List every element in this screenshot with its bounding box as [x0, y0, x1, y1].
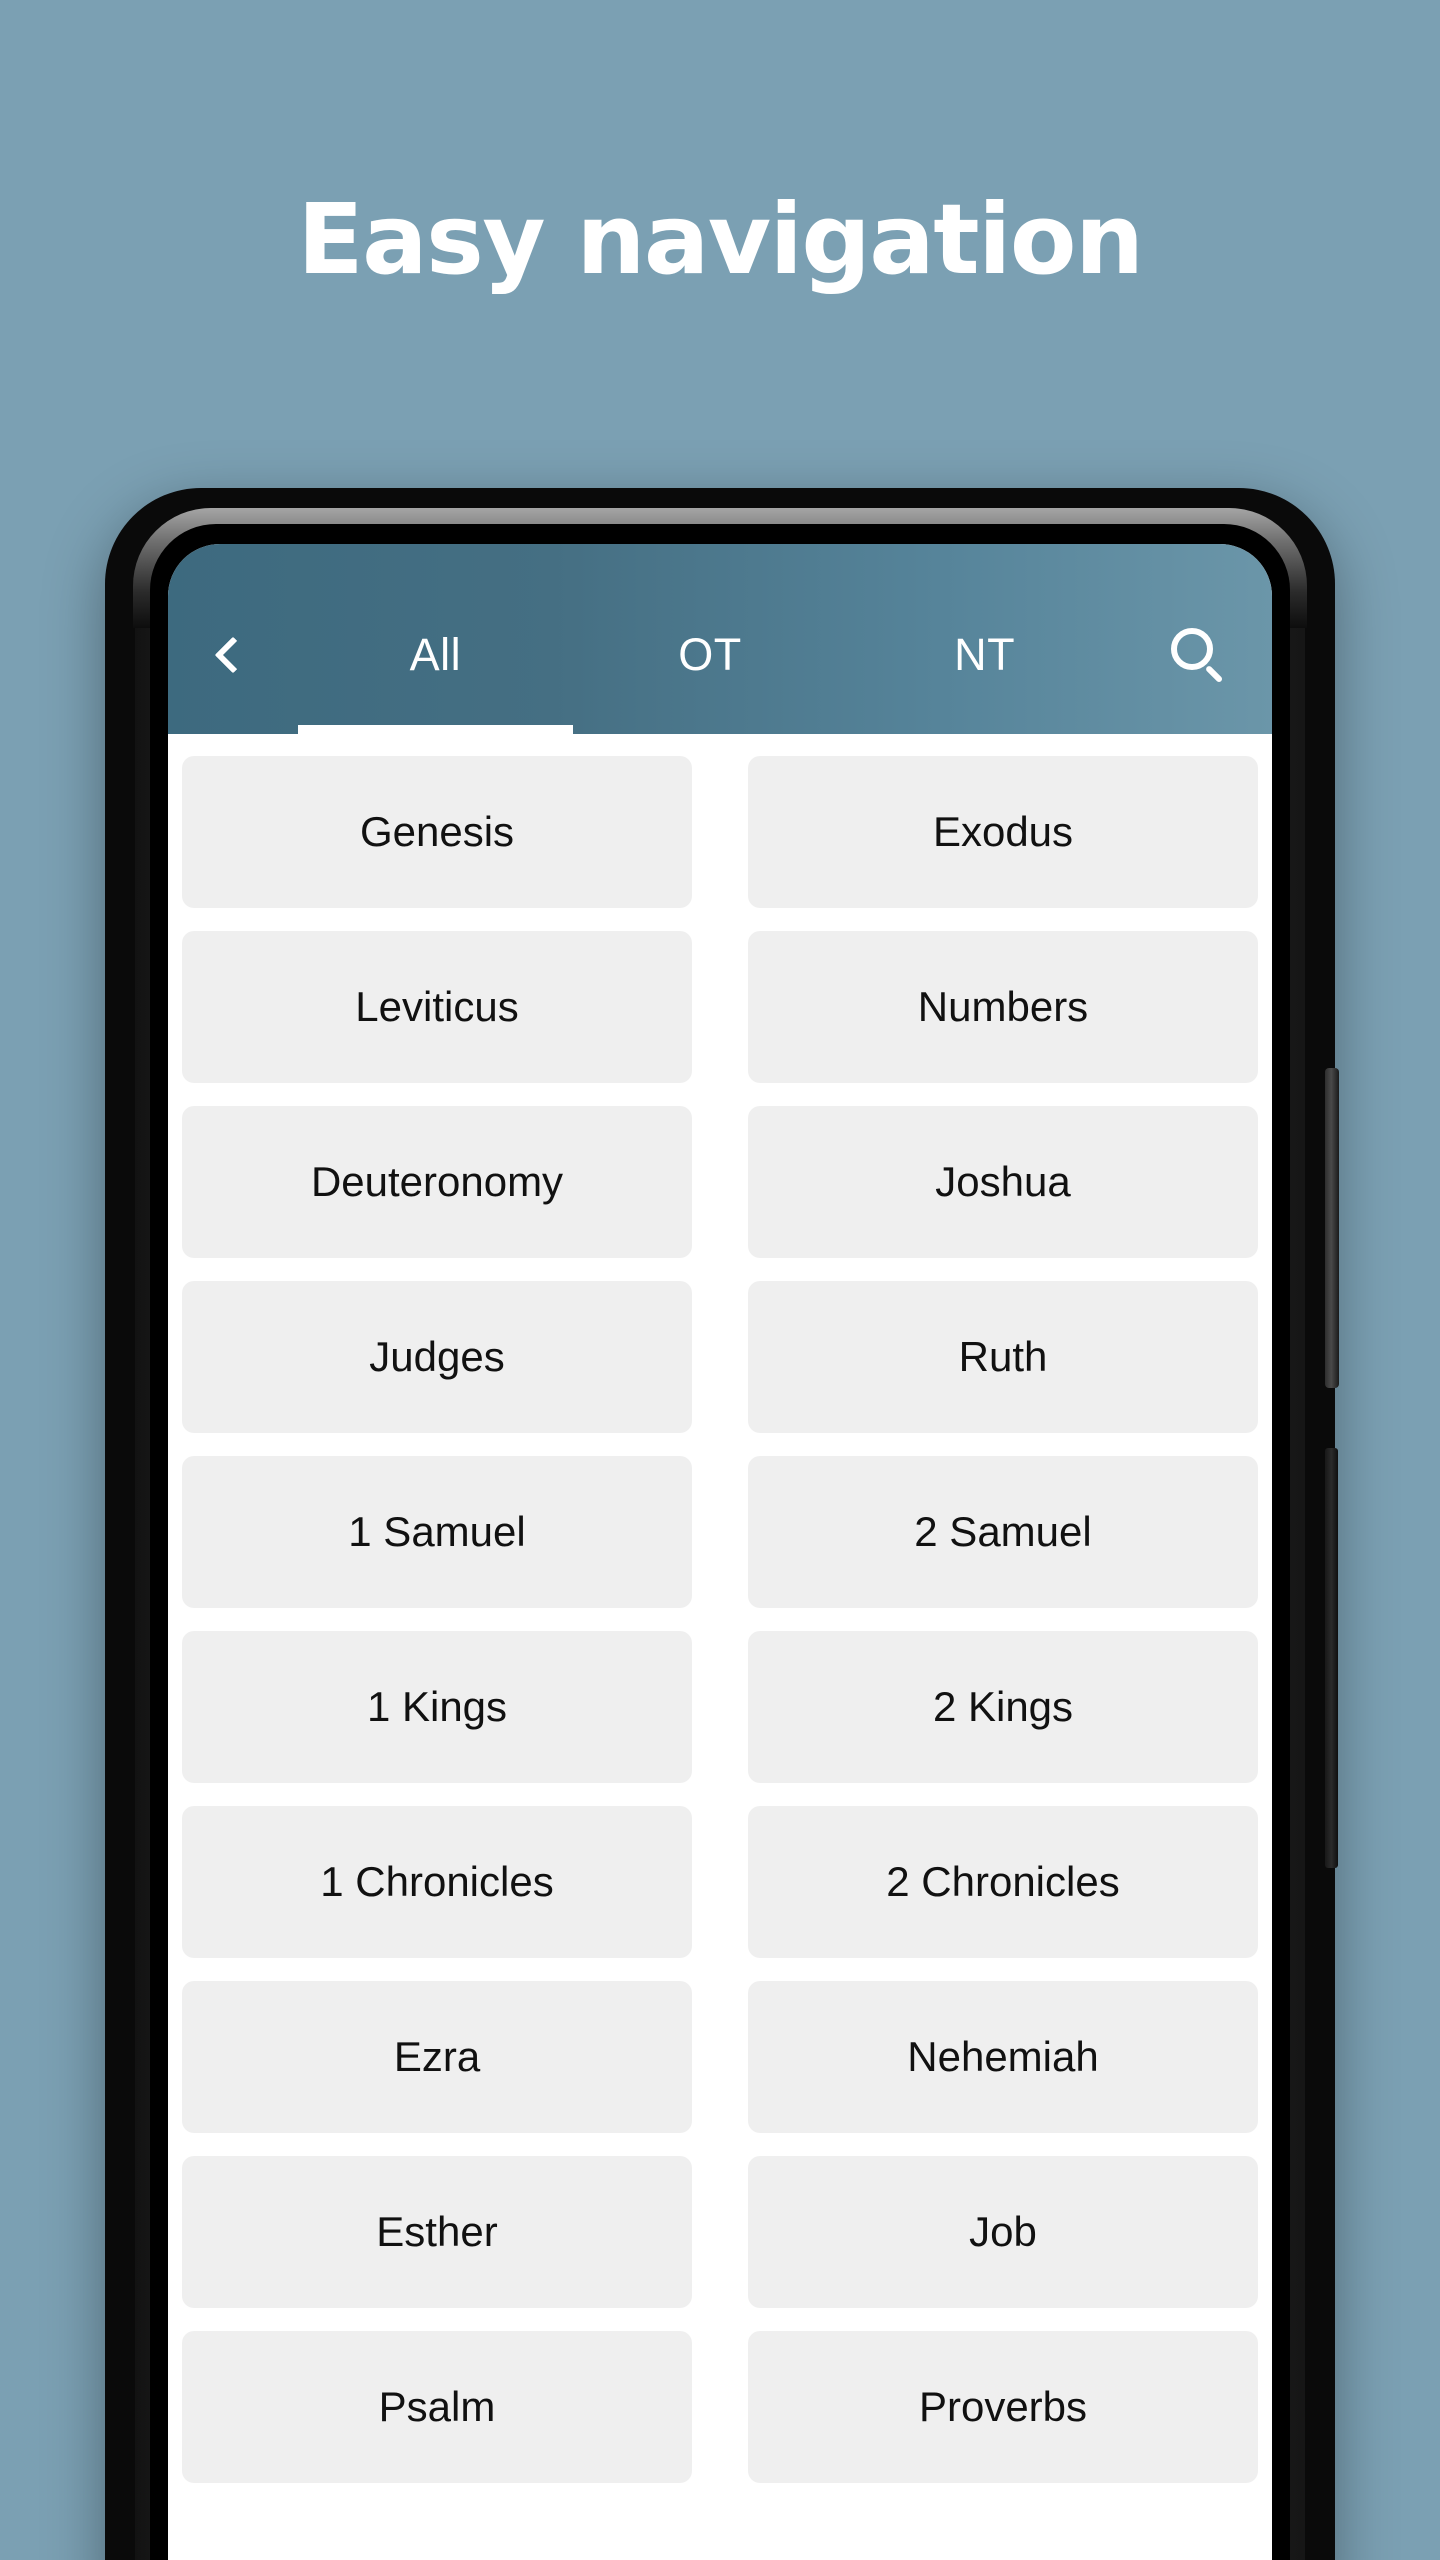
phone-device-frame: All OT NT Genesis Exodus Leviticus Numbers D… [105, 488, 1339, 2560]
book-button[interactable]: Leviticus [182, 931, 692, 1083]
book-button[interactable]: Deuteronomy [182, 1106, 692, 1258]
book-button[interactable]: Numbers [748, 931, 1258, 1083]
search-button[interactable] [1122, 544, 1272, 734]
book-button[interactable]: 1 Chronicles [182, 1806, 692, 1958]
tab-bar: All OT NT [298, 544, 1122, 734]
book-button[interactable]: Job [748, 2156, 1258, 2308]
phone-screen: All OT NT Genesis Exodus Leviticus Numbers D… [168, 544, 1272, 2560]
tab-all-label: All [409, 629, 462, 680]
tab-all[interactable]: All [298, 544, 573, 734]
tab-nt[interactable]: NT [847, 544, 1122, 734]
book-list-grid: Genesis Exodus Leviticus Numbers Deuteronomy… [168, 734, 1272, 2483]
book-button[interactable]: 1 Samuel [182, 1456, 692, 1608]
book-button[interactable]: Exodus [748, 756, 1258, 908]
tab-ot-label: OT [678, 629, 742, 680]
page-title: Easy navigation [297, 183, 1144, 297]
search-icon [1171, 628, 1224, 684]
hero-banner: Easy navigation [0, 0, 1440, 480]
book-button[interactable]: Esther [182, 2156, 692, 2308]
book-button[interactable]: Joshua [748, 1106, 1258, 1258]
book-button[interactable]: Psalm [182, 2331, 692, 2483]
book-button[interactable]: Ezra [182, 1981, 692, 2133]
book-button[interactable]: Judges [182, 1281, 692, 1433]
book-button[interactable]: 2 Kings [748, 1631, 1258, 1783]
tab-nt-label: NT [954, 629, 1016, 680]
book-button[interactable]: Genesis [182, 756, 692, 908]
book-button[interactable]: Proverbs [748, 2331, 1258, 2483]
tab-ot[interactable]: OT [573, 544, 848, 734]
app-bar: All OT NT [168, 544, 1272, 734]
volume-rocker[interactable] [1325, 1448, 1338, 1868]
power-button[interactable] [1325, 1068, 1339, 1388]
book-button[interactable]: Nehemiah [748, 1981, 1258, 2133]
back-button[interactable] [168, 544, 298, 734]
book-button[interactable]: 2 Chronicles [748, 1806, 1258, 1958]
book-button[interactable]: Ruth [748, 1281, 1258, 1433]
chevron-left-icon [214, 636, 252, 674]
book-button[interactable]: 1 Kings [182, 1631, 692, 1783]
book-button[interactable]: 2 Samuel [748, 1456, 1258, 1608]
